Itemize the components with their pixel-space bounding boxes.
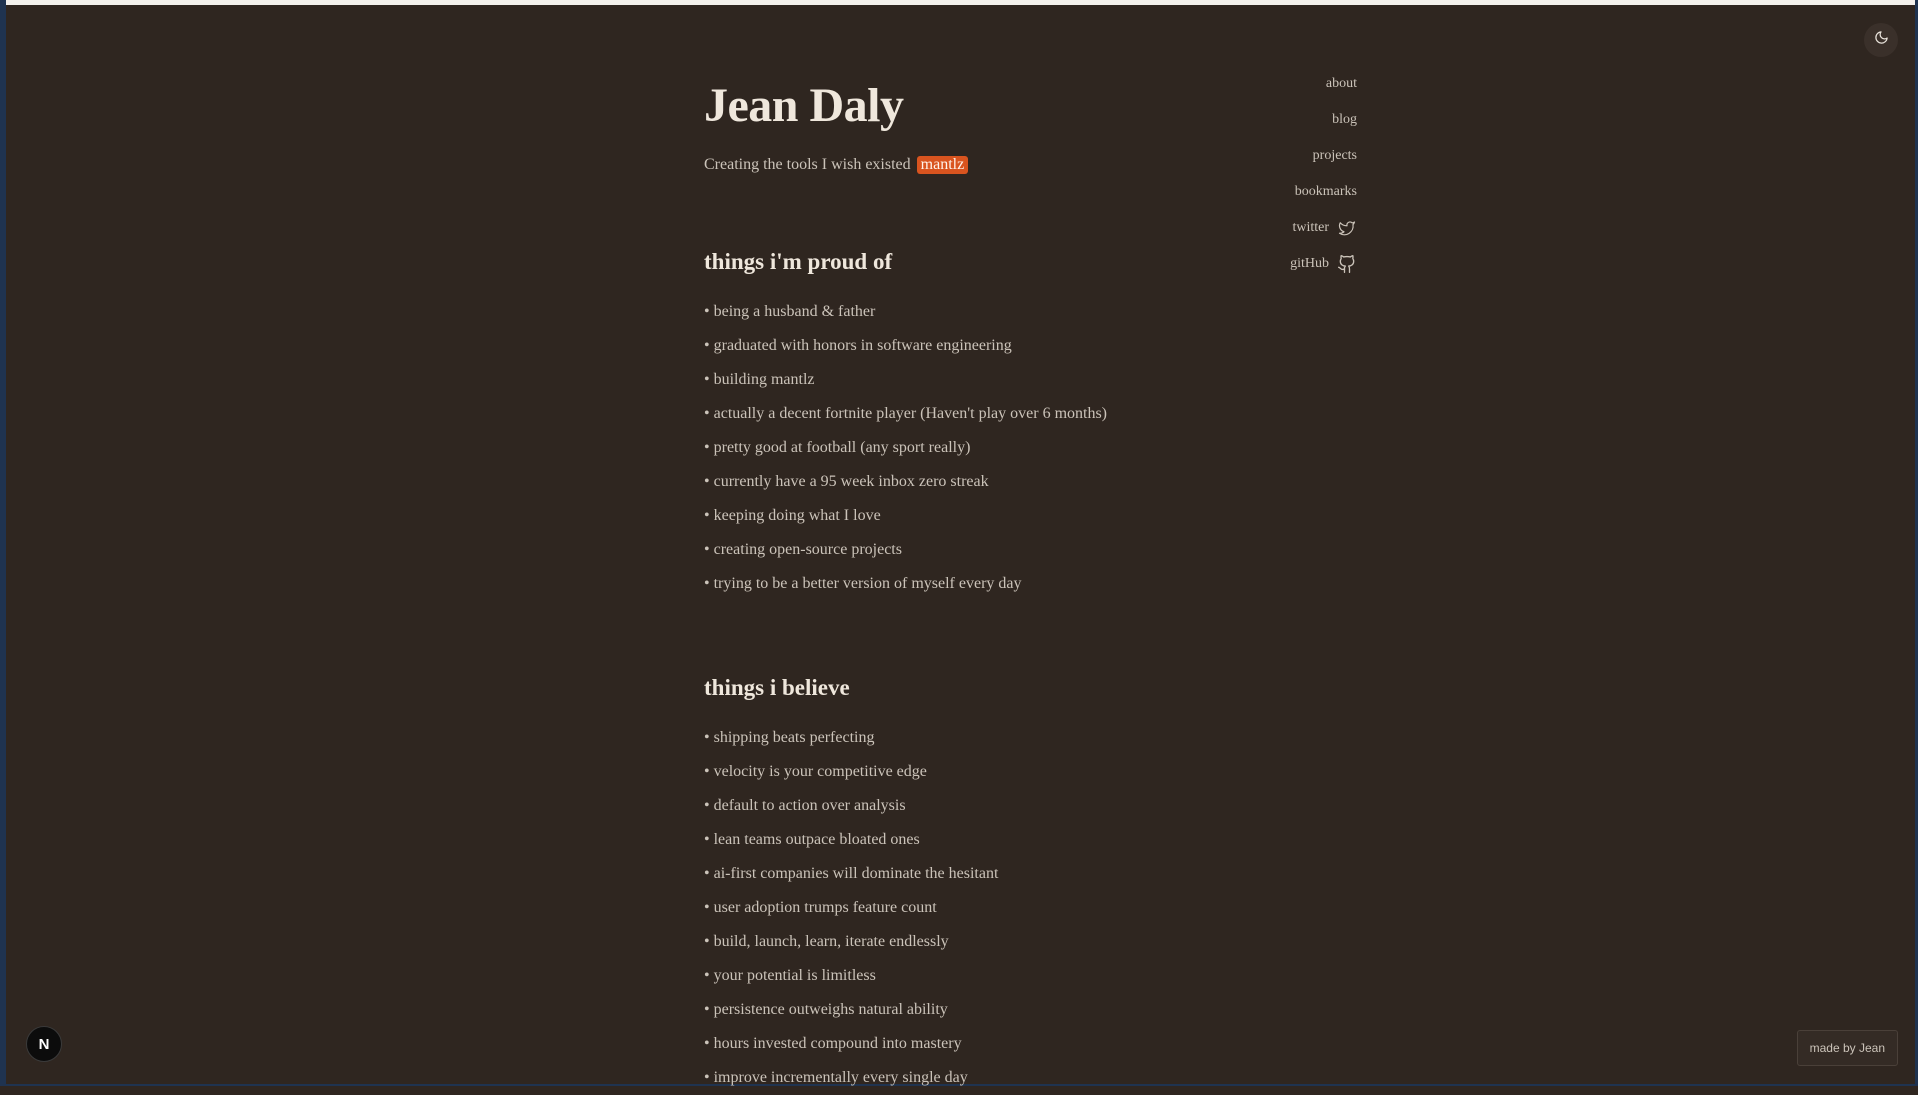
nav-label: projects bbox=[1312, 148, 1357, 163]
list-item: currently have a 95 week inbox zero stre… bbox=[704, 465, 1404, 499]
list-item: trying to be a better version of myself … bbox=[704, 567, 1404, 601]
nextjs-dev-badge[interactable]: N bbox=[26, 1026, 62, 1062]
list-item: user adoption trumps feature count bbox=[704, 891, 1404, 925]
made-by-badge[interactable]: made by Jean bbox=[1796, 1030, 1898, 1066]
list-item: default to action over analysis bbox=[704, 789, 1404, 823]
twitter-icon bbox=[1337, 219, 1357, 237]
list-item: build, launch, learn, iterate endlessly bbox=[704, 925, 1404, 959]
section-title-believe: things i believe bbox=[704, 675, 850, 700]
list-item: being a husband & father bbox=[704, 295, 1404, 329]
nav-link-projects[interactable]: projects bbox=[1290, 138, 1357, 174]
nav-label: about bbox=[1325, 76, 1357, 91]
window-top-edge bbox=[0, 0, 1918, 5]
moon-icon bbox=[1874, 30, 1889, 50]
nextjs-icon: N bbox=[38, 1035, 50, 1053]
theme-toggle-button[interactable] bbox=[1864, 23, 1898, 57]
list-item: pretty good at football (any sport reall… bbox=[704, 431, 1404, 465]
nav-link-about[interactable]: about bbox=[1290, 66, 1357, 102]
list-item: ai-first companies will dominate the hes… bbox=[704, 857, 1404, 891]
list-item: persistence outweighs natural ability bbox=[704, 993, 1404, 1027]
list-item: shipping beats perfecting bbox=[704, 721, 1404, 755]
nav-link-blog[interactable]: blog bbox=[1290, 102, 1357, 138]
window-left-edge bbox=[0, 0, 6, 1086]
nav-label: bookmarks bbox=[1294, 184, 1357, 199]
list-item: velocity is your competitive edge bbox=[704, 755, 1404, 789]
nav-label: twitter bbox=[1292, 220, 1329, 235]
list-item: building mantlz bbox=[704, 363, 1404, 397]
nav-link-bookmarks[interactable]: bookmarks bbox=[1290, 174, 1357, 210]
nav-link-github[interactable]: gitHub bbox=[1290, 246, 1357, 282]
tagline-text: Creating the tools I wish existed bbox=[704, 156, 911, 173]
list-item: hours invested compound into mastery bbox=[704, 1027, 1404, 1061]
mantlz-badge[interactable]: mantlz bbox=[916, 156, 969, 174]
list-item: improve incrementally every single day bbox=[704, 1061, 1404, 1095]
list-item: creating open-source projects bbox=[704, 533, 1404, 567]
site-nav: about blog projects bookmarks twitter gi… bbox=[1290, 66, 1357, 282]
list-item: keeping doing what I love bbox=[704, 499, 1404, 533]
believe-list: shipping beats perfecting velocity is yo… bbox=[704, 721, 1404, 1095]
proud-list: being a husband & father graduated with … bbox=[704, 295, 1404, 601]
list-item: graduated with honors in software engine… bbox=[704, 329, 1404, 363]
list-item: actually a decent fortnite player (Haven… bbox=[704, 397, 1404, 431]
github-icon bbox=[1337, 254, 1357, 274]
nav-link-twitter[interactable]: twitter bbox=[1290, 210, 1357, 246]
list-item: your potential is limitless bbox=[704, 959, 1404, 993]
nav-label: gitHub bbox=[1290, 256, 1329, 271]
nav-label: blog bbox=[1332, 112, 1357, 127]
list-item: lean teams outpace bloated ones bbox=[704, 823, 1404, 857]
